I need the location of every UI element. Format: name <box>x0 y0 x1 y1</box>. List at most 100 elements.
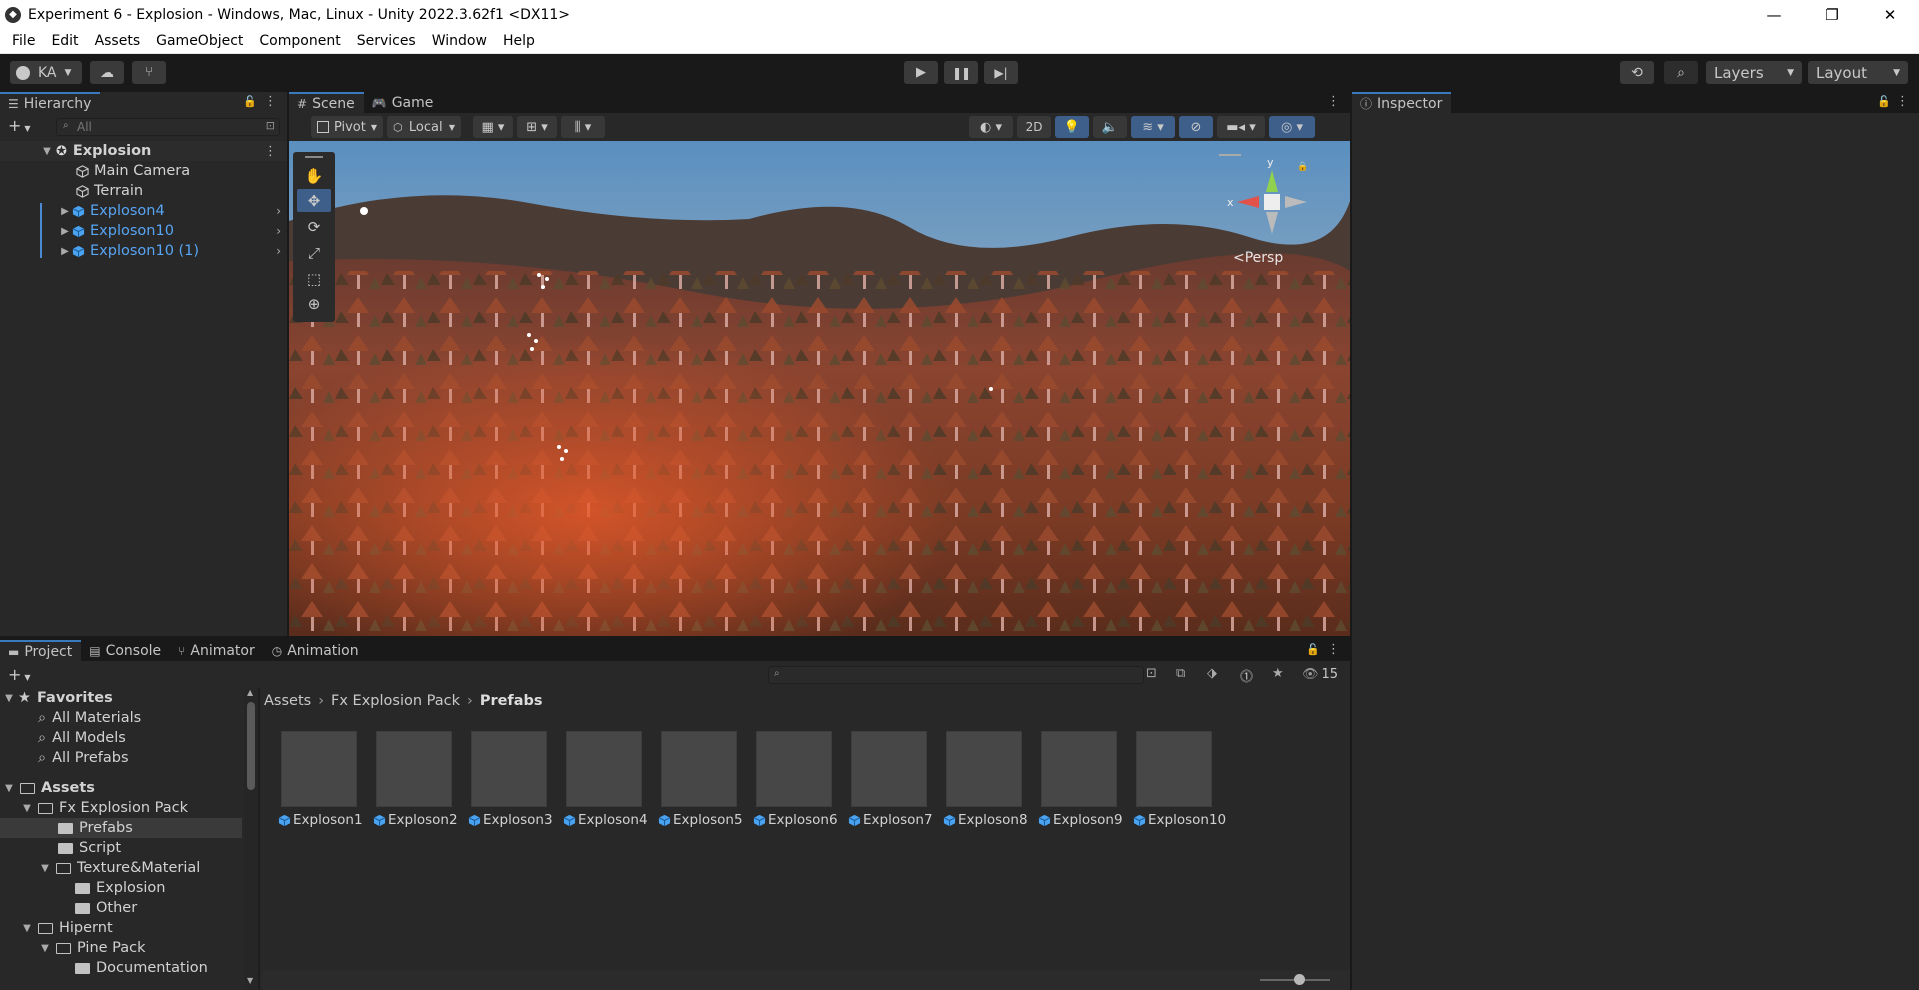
filter-by-label-icon[interactable]: ⬗ <box>1207 666 1217 681</box>
log-filter-icon[interactable]: ⓵ <box>1240 666 1253 685</box>
hidden-packages-toggle[interactable]: 👁 15 <box>1302 667 1338 682</box>
expand-arrow-icon[interactable]: ▼ <box>38 863 52 874</box>
tab-hierarchy[interactable]: ☰ Hierarchy <box>0 92 101 113</box>
pivot-dropdown[interactable]: Pivot ▼ <box>311 116 383 138</box>
asset-item-exploson2[interactable]: Exploson2 <box>373 731 459 831</box>
lock-icon[interactable]: 🔓 <box>243 95 257 108</box>
chevron-right-icon[interactable]: › <box>276 244 281 258</box>
expand-arrow-icon[interactable]: ▼ <box>2 693 16 704</box>
scale-tool-button[interactable]: ⤢ <box>297 241 331 264</box>
search-options-icon[interactable]: ⊡ <box>266 119 275 132</box>
chevron-right-icon[interactable]: › <box>276 204 281 218</box>
asset-item-exploson7[interactable]: Exploson7 <box>848 731 934 831</box>
lighting-toggle[interactable]: 💡 <box>1055 116 1089 138</box>
create-add-button[interactable]: + ▼ <box>8 116 31 135</box>
palette-drag-handle[interactable] <box>305 156 323 158</box>
layout-dropdown[interactable]: Layout ▼ <box>1808 61 1908 84</box>
scene-viewport[interactable] <box>289 141 1350 636</box>
filter-by-type-icon[interactable]: ⧉ <box>1176 666 1185 681</box>
tree-item-explosion[interactable]: Explosion <box>75 878 166 898</box>
menu-file[interactable]: File <box>4 33 43 49</box>
expand-arrow-icon[interactable]: ▼ <box>20 923 34 934</box>
favorite-all-prefabs[interactable]: ⌕ All Prefabs <box>38 748 129 768</box>
favorite-all-materials[interactable]: ⌕ All Materials <box>38 708 141 728</box>
play-button[interactable]: ▶ <box>904 61 938 84</box>
create-add-button[interactable]: + ▼ <box>8 665 31 684</box>
toggle-2d-button[interactable]: 2D <box>1017 116 1051 138</box>
more-options-icon[interactable]: ⋮ <box>264 144 277 159</box>
search-button[interactable]: ⌕ <box>1664 61 1698 84</box>
layers-dropdown[interactable]: Layers ▼ <box>1706 61 1802 84</box>
version-control-button[interactable]: ⑂ <box>132 61 166 84</box>
undo-history-button[interactable]: ⟲ <box>1620 61 1654 84</box>
hidden-objects-toggle[interactable]: ⊘ <box>1179 116 1213 138</box>
chevron-right-icon[interactable]: › <box>276 224 281 238</box>
lock-icon[interactable]: 🔓 <box>1877 95 1891 108</box>
menu-window[interactable]: Window <box>424 33 495 49</box>
tree-item-fx-explosion-pack[interactable]: ▼ Fx Explosion Pack <box>20 798 188 818</box>
cloud-button[interactable]: ☁ <box>90 61 124 84</box>
menu-help[interactable]: Help <box>495 33 543 49</box>
assets-header[interactable]: ▼ Assets <box>2 778 95 798</box>
tab-console[interactable]: ▤ Console <box>81 640 171 661</box>
tree-item-hipernt[interactable]: ▼ Hipernt <box>20 918 113 938</box>
effects-dropdown[interactable]: ≋ ▾ <box>1131 116 1175 138</box>
zoom-slider-thumb[interactable] <box>1294 974 1305 985</box>
persp-label[interactable]: <Persp <box>1233 250 1283 266</box>
scene-row-explosion[interactable]: ▼ ✪ Explosion ⋮ <box>0 141 287 161</box>
tab-inspector[interactable]: ⓘ Inspector <box>1352 92 1452 113</box>
expand-arrow-icon[interactable]: ▼ <box>2 783 16 794</box>
tab-scene[interactable]: # Scene <box>289 92 364 113</box>
menu-component[interactable]: Component <box>251 33 348 49</box>
hierarchy-item-exploson10-1[interactable]: ▶ Exploson10 (1) › <box>58 241 287 261</box>
rect-tool-button[interactable]: ⬚ <box>297 267 331 290</box>
expand-arrow-icon[interactable]: ▼ <box>40 146 54 157</box>
tree-item-prefabs[interactable]: Prefabs <box>0 818 242 838</box>
hierarchy-item-main-camera[interactable]: Main Camera <box>76 161 190 181</box>
tab-game[interactable]: 🎮 Game <box>363 92 443 113</box>
hierarchy-item-exploson4[interactable]: ▶ Exploson4 › <box>58 201 287 221</box>
tree-item-other[interactable]: Other <box>75 898 137 918</box>
expand-arrow-icon[interactable]: ▶ <box>58 246 72 257</box>
asset-item-exploson3[interactable]: Exploson3 <box>468 731 554 831</box>
favorites-header[interactable]: ▼ ★ Favorites <box>2 688 113 708</box>
asset-item-exploson1[interactable]: Exploson1 <box>278 731 364 831</box>
menu-assets[interactable]: Assets <box>87 33 149 49</box>
tab-project[interactable]: ▬ Project <box>0 640 82 661</box>
more-options-icon[interactable]: ⋮ <box>1896 94 1909 109</box>
maximize-button[interactable]: ❐ <box>1803 0 1861 29</box>
expand-arrow-icon[interactable]: ▼ <box>38 943 52 954</box>
camera-settings-dropdown[interactable]: ▬◂ ▾ <box>1217 116 1265 138</box>
scrollbar-thumb[interactable] <box>247 702 255 790</box>
asset-item-exploson4[interactable]: Exploson4 <box>563 731 649 831</box>
tree-scrollbar[interactable]: ▲ ▼ <box>244 688 258 990</box>
draw-mode-dropdown[interactable]: ◐ ▾ <box>969 116 1013 138</box>
scroll-down-icon[interactable]: ▼ <box>247 976 253 985</box>
expand-arrow-icon[interactable]: ▼ <box>20 803 34 814</box>
tab-animator[interactable]: ⑂ Animator <box>170 640 264 661</box>
gizmos-dropdown[interactable]: ◎ ▾ <box>1269 116 1315 138</box>
breadcrumb-fx-explosion-pack[interactable]: Fx Explosion Pack <box>331 693 460 709</box>
grid-snapping-button[interactable]: ▦ ▾ <box>473 116 513 138</box>
expand-arrow-icon[interactable]: ▶ <box>58 206 72 217</box>
expand-arrow-icon[interactable]: ▶ <box>58 226 72 237</box>
rotate-tool-button[interactable]: ⟳ <box>297 215 331 238</box>
tree-item-pine-pack[interactable]: ▼ Pine Pack <box>38 938 145 958</box>
tree-item-script[interactable]: Script <box>58 838 121 858</box>
menu-gameobject[interactable]: GameObject <box>148 33 251 49</box>
tree-item-documentation[interactable]: Documentation <box>75 958 208 978</box>
audio-toggle[interactable]: 🔈 <box>1093 116 1127 138</box>
asset-item-exploson8[interactable]: Exploson8 <box>943 731 1029 831</box>
menu-services[interactable]: Services <box>349 33 424 49</box>
minimize-button[interactable]: — <box>1745 0 1803 29</box>
tree-item-texture-material[interactable]: ▼ Texture&Material <box>38 858 200 878</box>
grid-visibility-button[interactable]: ⊞ ▾ <box>517 116 557 138</box>
account-button[interactable]: KA ▼ <box>10 61 82 84</box>
close-button[interactable]: ✕ <box>1861 0 1919 29</box>
favorite-all-models[interactable]: ⌕ All Models <box>38 728 126 748</box>
breadcrumb-prefabs[interactable]: Prefabs <box>480 693 543 709</box>
gizmo-drag-handle[interactable] <box>1219 154 1241 156</box>
lock-icon[interactable]: 🔓 <box>1306 643 1320 656</box>
asset-item-exploson6[interactable]: Exploson6 <box>753 731 839 831</box>
asset-item-exploson10[interactable]: Exploson10 <box>1133 731 1229 831</box>
